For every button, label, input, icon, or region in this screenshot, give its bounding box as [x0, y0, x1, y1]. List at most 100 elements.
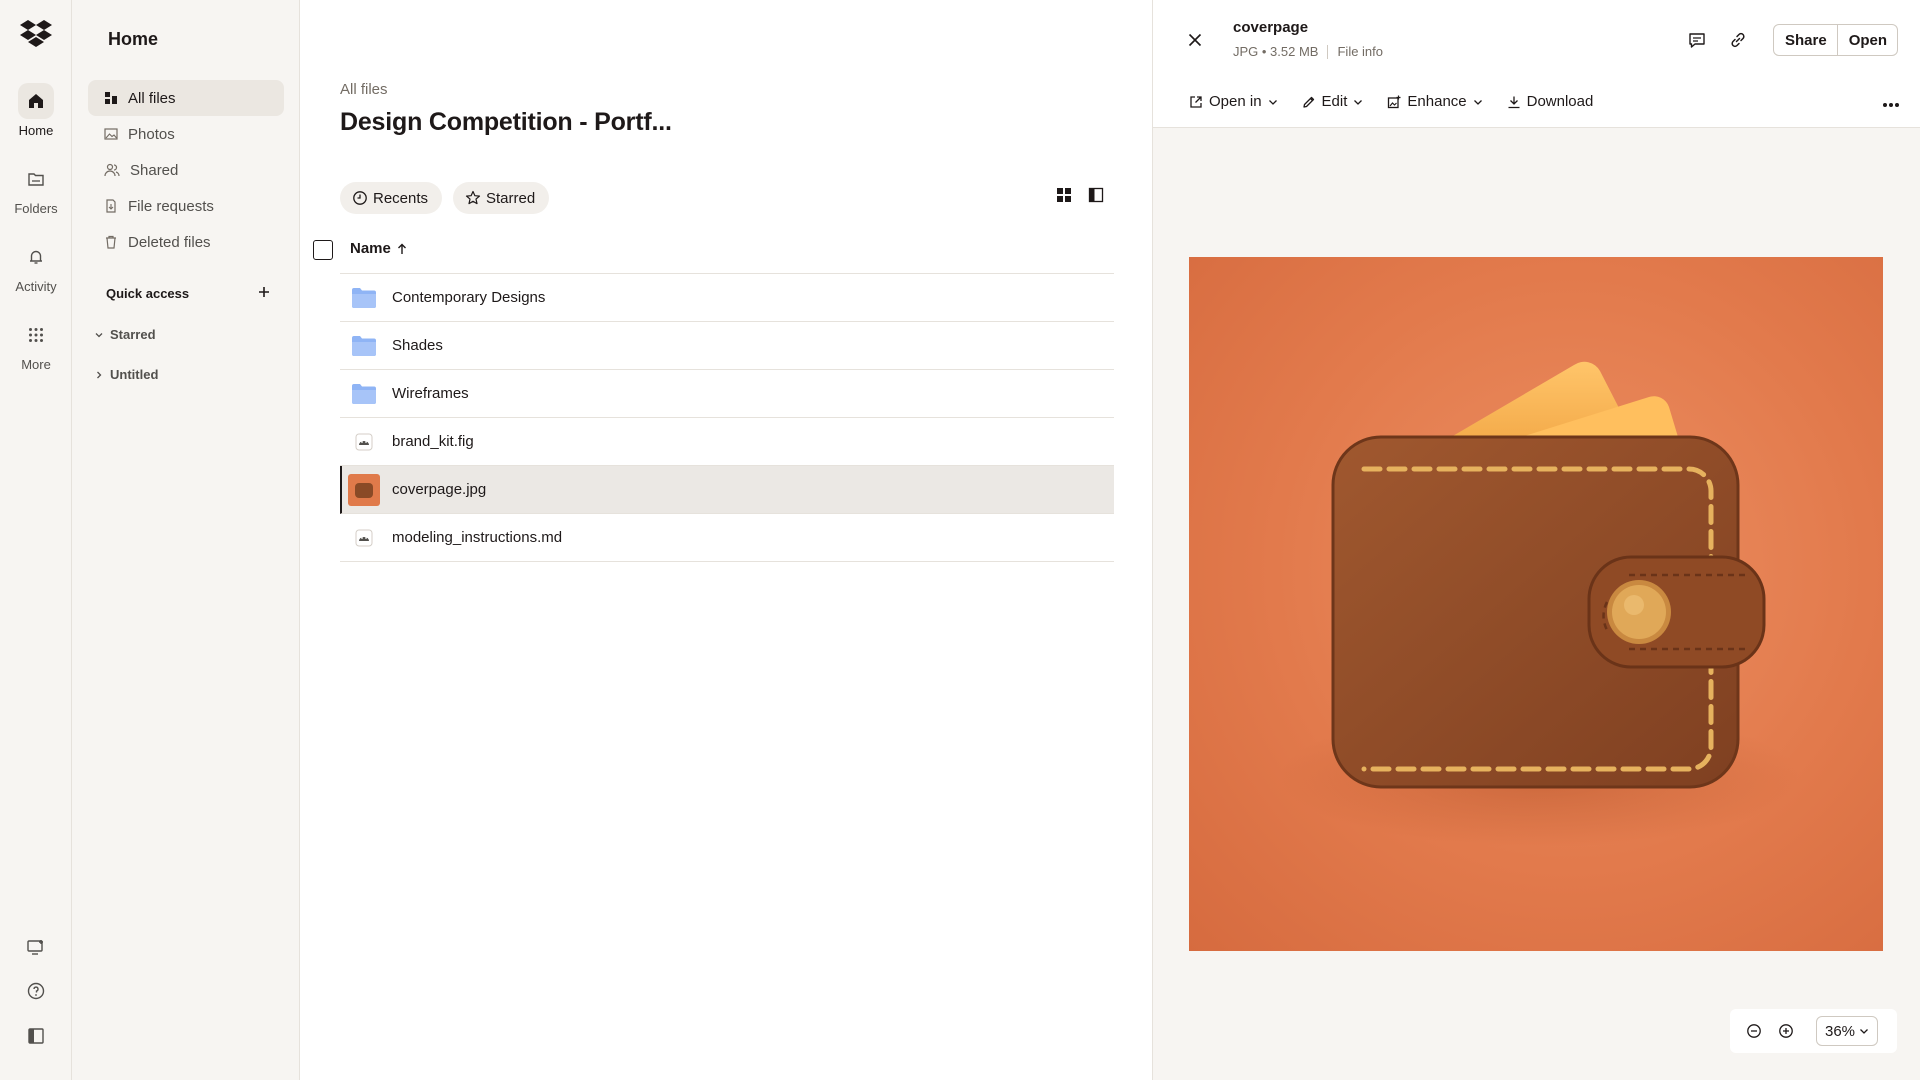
quick-access-group-untitled[interactable]: Untitled [94, 367, 158, 382]
wallet-illustration [1279, 361, 1799, 847]
table-row-selected[interactable]: coverpage.jpg [340, 466, 1114, 514]
more-options-button[interactable] [1879, 93, 1903, 117]
trash-icon [106, 235, 116, 249]
file-info-link[interactable]: File info [1337, 44, 1383, 59]
table-row[interactable]: Wireframes [340, 370, 1114, 418]
file-icon [348, 522, 380, 554]
chevron-down-icon [1354, 99, 1363, 105]
row-name: Shades [392, 337, 443, 354]
zoom-out-button[interactable] [1742, 1019, 1766, 1043]
sidebar-item-photos[interactable]: Photos [88, 116, 284, 152]
recents-chip[interactable]: Recents [340, 182, 443, 214]
sidebar-item-deleted-files[interactable]: Deleted files [88, 224, 284, 260]
close-icon [1188, 33, 1202, 47]
shared-icon [104, 163, 120, 177]
sidebar-item-file-requests[interactable]: File requests [88, 188, 284, 224]
enhance-menu[interactable]: Enhance [1387, 93, 1482, 110]
name-column-header[interactable]: Name [350, 240, 407, 257]
preview-panel-button[interactable] [1084, 183, 1108, 207]
share-button[interactable]: Share [1774, 25, 1837, 55]
chip-label: Recents [373, 189, 429, 207]
more-horizontal-icon [1883, 103, 1899, 107]
comment-icon [1689, 33, 1705, 48]
toolbar-label: Edit [1321, 93, 1348, 110]
rail-item-label: Folders [14, 201, 58, 216]
row-name: coverpage.jpg [392, 481, 487, 498]
sidebar-item-shared[interactable]: Shared [88, 152, 284, 188]
rail-item-folders[interactable]: Folders [0, 161, 72, 216]
rail-item-home[interactable]: Home [0, 83, 72, 138]
external-link-icon [1190, 95, 1202, 108]
table-row[interactable]: Contemporary Designs [340, 274, 1114, 322]
folder-icon [18, 161, 54, 197]
table-row[interactable]: Shades [340, 322, 1114, 370]
zoom-in-button[interactable] [1774, 1019, 1798, 1043]
zoom-out-icon [1747, 1024, 1761, 1038]
quick-access-group-starred[interactable]: Starred [94, 327, 156, 342]
dropbox-logo-icon[interactable] [20, 20, 52, 50]
toolbar-label: Enhance [1407, 93, 1467, 110]
clock-icon [353, 191, 367, 205]
app-rail: Home Folders Activity More [0, 0, 72, 1080]
edit-menu[interactable]: Edit [1302, 93, 1364, 110]
table-row[interactable]: modeling_instructions.md [340, 514, 1114, 562]
add-quick-access-button[interactable] [254, 282, 274, 302]
zoom-controls: 36% [1730, 1009, 1897, 1053]
sidebar-item-label: Shared [130, 161, 179, 179]
file-icon [348, 426, 380, 458]
plus-icon [259, 287, 269, 297]
chevron-right-icon [97, 371, 102, 378]
folder-icon [348, 282, 380, 314]
home-icon [18, 83, 54, 119]
column-label: Name [350, 240, 391, 257]
toolbar-label: Open in [1209, 93, 1262, 110]
rail-item-activity[interactable]: Activity [0, 239, 72, 294]
chevron-down-icon [1860, 1029, 1868, 1034]
sidebar-item-label: Deleted files [128, 233, 211, 251]
page-title: Design Competition - Portf... [340, 108, 672, 136]
copy-link-button[interactable] [1726, 28, 1750, 52]
image-preview [1189, 257, 1883, 951]
download-button[interactable]: Download [1507, 93, 1593, 110]
sidebar-title: Home [108, 29, 159, 49]
nav-sidebar: Home All files Photos Shared File reques… [72, 0, 300, 1080]
quick-access-group-label: Untitled [110, 367, 159, 382]
table-row[interactable]: brand_kit.fig [340, 418, 1114, 466]
help-icon[interactable] [0, 981, 72, 1001]
open-in-menu[interactable]: Open in [1189, 93, 1278, 110]
toggle-sidebar-icon[interactable] [0, 1026, 72, 1046]
row-name: Wireframes [392, 385, 469, 402]
rail-item-label: Activity [15, 279, 57, 294]
file-request-icon [106, 199, 116, 213]
panel-icon [1088, 187, 1104, 203]
breadcrumb[interactable]: All files [340, 81, 388, 98]
row-name: brand_kit.fig [392, 433, 474, 450]
grid-view-icon [1057, 188, 1071, 202]
bell-icon [18, 239, 54, 275]
divider [1327, 44, 1329, 59]
star-icon [465, 190, 481, 205]
desktop-app-icon[interactable] [0, 938, 72, 958]
grid-view-button[interactable] [1052, 183, 1076, 207]
preview-file-name: coverpage [1233, 19, 1309, 36]
rail-item-more[interactable]: More [0, 317, 72, 372]
chip-label: Starred [486, 189, 536, 207]
sidebar-item-all-files[interactable]: All files [88, 80, 284, 116]
preview-file-meta: JPG • 3.52 MB File info [1233, 44, 1383, 59]
comment-button[interactable] [1685, 28, 1709, 52]
arrow-up-icon [397, 243, 406, 254]
rail-item-label: More [21, 357, 51, 372]
zoom-level-select[interactable]: 36% [1816, 1016, 1879, 1046]
sidebar-item-label: All files [128, 89, 176, 107]
open-button[interactable]: Open [1836, 25, 1897, 55]
share-open-group: Share Open [1773, 24, 1899, 56]
select-all-checkbox[interactable] [313, 240, 333, 260]
link-icon [1731, 32, 1745, 48]
chevron-down-icon [95, 332, 103, 337]
image-thumbnail [348, 473, 380, 506]
chevron-down-icon [1268, 99, 1277, 105]
row-name: modeling_instructions.md [392, 529, 563, 546]
quick-access-title: Quick access [106, 286, 190, 301]
close-preview-button[interactable] [1183, 28, 1207, 52]
starred-chip[interactable]: Starred [453, 182, 550, 214]
